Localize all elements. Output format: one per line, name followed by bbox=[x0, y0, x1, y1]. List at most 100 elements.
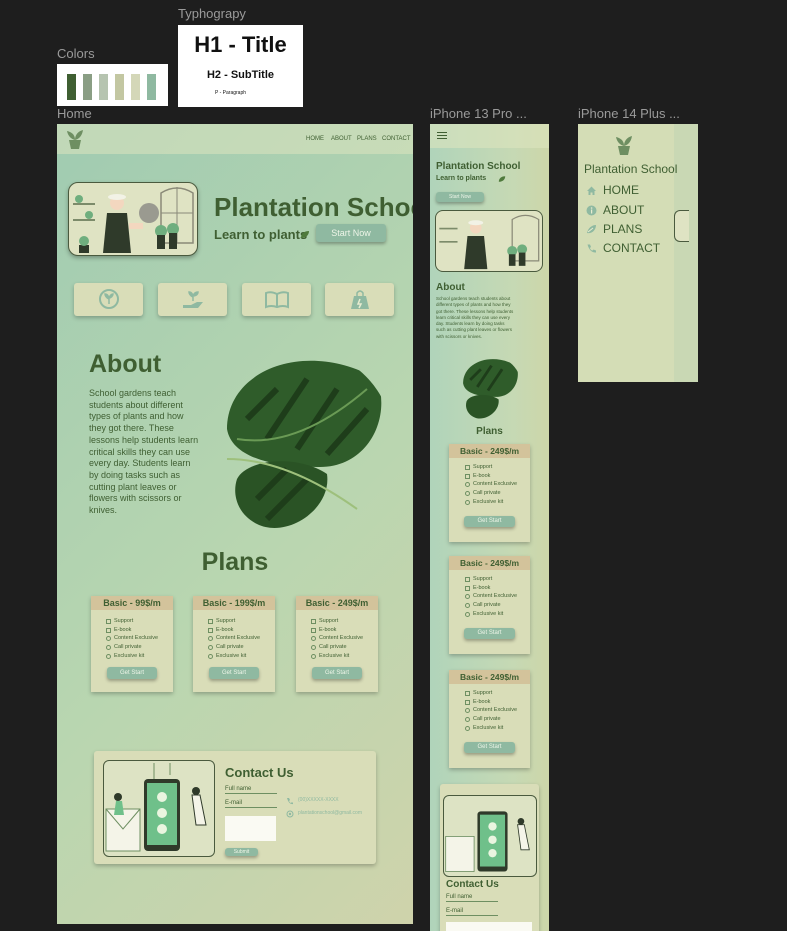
feature-card[interactable] bbox=[242, 283, 311, 316]
message-textarea[interactable] bbox=[446, 922, 532, 931]
start-now-button[interactable]: Start Now bbox=[316, 224, 386, 242]
top-navbar: HOME ABOUT PLANS CONTACT bbox=[57, 124, 413, 154]
check-icon bbox=[465, 499, 470, 505]
menu-item-plans[interactable]: PLANS bbox=[586, 222, 642, 236]
get-start-button[interactable]: Get Start bbox=[464, 516, 515, 527]
nav-contact-link[interactable]: CONTACT bbox=[382, 136, 411, 142]
menu-item-contact[interactable]: CONTACT bbox=[586, 241, 660, 255]
menu-item-label: PLANS bbox=[603, 222, 643, 236]
plan-feature: Support bbox=[473, 576, 493, 582]
plan-feature-list: Support E-book Content Exclusive Call pr… bbox=[449, 458, 530, 507]
plan-feature: Support bbox=[473, 690, 493, 696]
nav-home-link[interactable]: HOME bbox=[306, 136, 324, 142]
leaf-icon bbox=[301, 231, 309, 238]
nav-about-link[interactable]: ABOUT bbox=[331, 136, 352, 142]
check-icon bbox=[465, 699, 470, 705]
plan-feature: Call private bbox=[319, 644, 347, 651]
feature-card[interactable] bbox=[325, 283, 394, 316]
check-icon bbox=[465, 594, 470, 600]
plan-card[interactable]: Basic - 99$/m Support E-book Content Exc… bbox=[91, 596, 173, 692]
home-frame[interactable]: HOME ABOUT PLANS CONTACT Plantation Scho… bbox=[57, 124, 413, 924]
plant-badge-icon bbox=[99, 289, 119, 309]
iphone13-frame-label[interactable]: iPhone 13 Pro ... bbox=[430, 106, 527, 121]
hero-title: Plantation School bbox=[214, 192, 413, 222]
menu-item-about[interactable]: ABOUT bbox=[586, 203, 644, 217]
plan-feature-list: Support E-book Content Exclusive Call pr… bbox=[91, 610, 173, 661]
plan-card[interactable]: Basic - 249$/m Support E-book Content Ex… bbox=[296, 596, 378, 692]
get-start-button[interactable]: Get Start bbox=[107, 667, 157, 679]
iphone13-frame[interactable]: Plantation School Learn to plants Start … bbox=[430, 124, 549, 931]
plan-card-title: Basic - 199$/m bbox=[193, 596, 275, 610]
get-start-button[interactable]: Get Start bbox=[209, 667, 259, 679]
check-icon bbox=[311, 627, 316, 633]
feature-card[interactable] bbox=[74, 283, 143, 316]
mobile-hero-title: Plantation School bbox=[436, 161, 521, 172]
feature-card[interactable] bbox=[158, 283, 227, 316]
plan-card[interactable]: Basic - 249$/m Support E-book Content Ex… bbox=[449, 556, 530, 654]
check-icon bbox=[106, 644, 111, 650]
contact-phone-illustration bbox=[103, 760, 215, 857]
check-icon bbox=[465, 585, 470, 591]
plan-feature: Content Exclusive bbox=[473, 593, 518, 600]
get-start-button[interactable]: Get Start bbox=[464, 628, 515, 639]
check-icon bbox=[465, 725, 470, 731]
home-frame-label[interactable]: Home bbox=[57, 106, 92, 121]
contact-title: Contact Us bbox=[446, 879, 499, 890]
plan-feature: Content Exclusive bbox=[473, 481, 518, 488]
menu-item-label: CONTACT bbox=[603, 241, 661, 255]
email-field[interactable]: E-mail bbox=[446, 908, 498, 916]
email-field[interactable]: E-mail bbox=[225, 800, 277, 808]
plan-feature-list: Support E-book Content Exclusive Call pr… bbox=[449, 570, 530, 619]
check-icon bbox=[106, 627, 111, 633]
plan-feature: E-book bbox=[114, 626, 132, 633]
hand-sprout-icon bbox=[183, 291, 203, 308]
plan-feature: Support bbox=[473, 464, 493, 470]
color-palette-card[interactable] bbox=[57, 64, 168, 106]
nav-plans-link[interactable]: PLANS bbox=[357, 136, 377, 142]
monstera-leaf-image bbox=[456, 355, 522, 421]
check-icon bbox=[465, 716, 470, 722]
contact-phone-illustration bbox=[443, 795, 537, 877]
contact-email: plantationschool@gmail.com bbox=[298, 810, 362, 816]
menu-item-label: HOME bbox=[603, 183, 639, 197]
plan-feature: Content Exclusive bbox=[114, 635, 159, 642]
plan-feature-list: Support E-book Content Exclusive Call pr… bbox=[296, 610, 378, 661]
typography-card[interactable]: H1 - Title H2 - SubTitle P - Paragraph bbox=[178, 25, 303, 107]
plan-feature: Support bbox=[216, 618, 236, 624]
check-icon bbox=[106, 653, 111, 659]
start-now-button[interactable]: Start Now bbox=[436, 192, 484, 202]
plant-logo-icon[interactable] bbox=[614, 134, 634, 156]
mobile-navbar bbox=[430, 124, 549, 148]
plan-card[interactable]: Basic - 249$/m Support E-book Content Ex… bbox=[449, 670, 530, 768]
typography-frame-label[interactable]: Typhograpy bbox=[178, 6, 246, 21]
plan-card-title: Basic - 249$/m bbox=[449, 444, 530, 458]
check-icon bbox=[465, 464, 470, 470]
message-textarea[interactable] bbox=[225, 816, 276, 841]
colors-frame-label[interactable]: Colors bbox=[57, 46, 95, 61]
submit-button[interactable]: Submit bbox=[225, 848, 258, 856]
mobile-hero-subtitle: Learn to plants bbox=[436, 175, 487, 182]
get-start-button[interactable]: Get Start bbox=[464, 742, 515, 753]
hero-subtitle: Learn to plants bbox=[214, 227, 308, 242]
full-name-field[interactable]: Full name bbox=[446, 894, 498, 902]
hero-gardener-illustration bbox=[68, 182, 198, 256]
check-icon bbox=[465, 576, 470, 582]
menu-item-label: ABOUT bbox=[603, 203, 645, 217]
full-name-field[interactable]: Full name bbox=[225, 786, 277, 794]
about-title: About bbox=[89, 350, 162, 378]
plan-card[interactable]: Basic - 249$/m Support E-book Content Ex… bbox=[449, 444, 530, 542]
leaf-icon bbox=[498, 176, 506, 182]
get-start-button[interactable]: Get Start bbox=[312, 667, 362, 679]
plant-logo-icon[interactable] bbox=[65, 128, 85, 150]
phone-icon bbox=[587, 244, 596, 253]
contact-card: Contact Us Full name E-mail bbox=[440, 784, 539, 931]
mobile-plans-title: Plans bbox=[476, 426, 503, 437]
color-swatch bbox=[83, 74, 92, 100]
menu-item-home[interactable]: HOME bbox=[586, 183, 639, 197]
hamburger-menu-icon[interactable] bbox=[437, 132, 447, 133]
plan-feature: Call private bbox=[114, 644, 142, 651]
iphone14-menu-frame[interactable]: Plantation School HOME ABOUT PLANS CONTA… bbox=[578, 124, 698, 382]
check-icon bbox=[311, 653, 316, 659]
iphone14-frame-label[interactable]: iPhone 14 Plus ... bbox=[578, 106, 680, 121]
plan-card[interactable]: Basic - 199$/m Support E-book Content Ex… bbox=[193, 596, 275, 692]
